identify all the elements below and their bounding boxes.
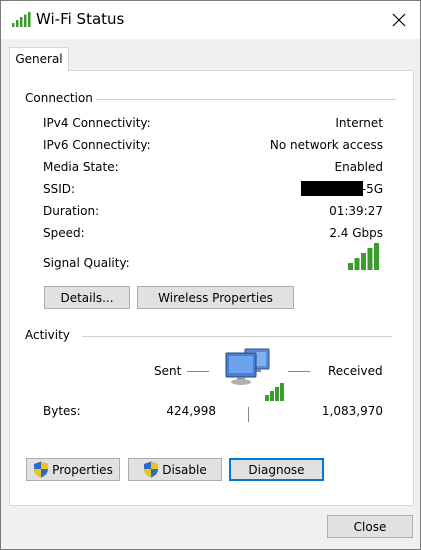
- close-icon: [392, 13, 406, 27]
- media-state-value: Enabled: [334, 160, 384, 174]
- activity-divider: [82, 336, 392, 337]
- ipv4-value: Internet: [335, 116, 383, 130]
- duration-label: Duration:: [43, 204, 100, 218]
- signal-strength-icon: [348, 243, 379, 270]
- sent-connector: [187, 371, 209, 372]
- speed-label: Speed:: [43, 226, 85, 240]
- connection-header: Connection: [25, 91, 93, 105]
- media-state-label: Media State:: [43, 160, 119, 174]
- disable-button[interactable]: Disable: [128, 458, 222, 481]
- activity-header: Activity: [25, 328, 70, 342]
- received-connector: [288, 371, 310, 372]
- wifi-signal-icon: [12, 12, 31, 27]
- received-label: Received: [328, 364, 383, 378]
- ipv6-label: IPv6 Connectivity:: [43, 138, 151, 152]
- network-computers-icon: [225, 348, 284, 401]
- wireless-properties-button[interactable]: Wireless Properties: [137, 286, 294, 309]
- sent-label: Sent: [154, 364, 182, 378]
- signal-quality-label: Signal Quality:: [43, 256, 130, 270]
- wifi-status-window: Wi-Fi Status General Connection IPv4 Con…: [0, 0, 421, 550]
- close-button[interactable]: Close: [327, 515, 413, 538]
- properties-button[interactable]: Properties: [26, 458, 120, 481]
- ipv6-value: No network access: [269, 138, 383, 152]
- uac-shield-icon: [144, 461, 159, 478]
- bytes-received-value: 1,083,970: [321, 404, 383, 418]
- general-panel: Connection IPv4 Connectivity: Internet I…: [9, 70, 414, 506]
- ssid-label: SSID:: [43, 182, 76, 196]
- bytes-sent-value: 424,998: [166, 404, 216, 418]
- uac-shield-icon: [34, 461, 49, 478]
- connection-divider: [96, 99, 396, 100]
- ssid-redaction: [301, 181, 363, 196]
- tab-general[interactable]: General: [9, 47, 69, 72]
- disable-label: Disable: [162, 462, 207, 477]
- diagnose-button[interactable]: Diagnose: [229, 458, 324, 481]
- ssid-value: -5G: [361, 182, 383, 196]
- activity-divider-vertical: [248, 407, 249, 422]
- details-button[interactable]: Details...: [44, 286, 130, 309]
- duration-value: 01:39:27: [329, 204, 383, 218]
- title-bar: Wi-Fi Status: [1, 1, 420, 39]
- window-title: Wi-Fi Status: [36, 10, 125, 28]
- close-window-button[interactable]: [386, 7, 412, 33]
- bytes-label: Bytes:: [43, 404, 81, 418]
- speed-value: 2.4 Gbps: [329, 226, 383, 240]
- ipv4-label: IPv4 Connectivity:: [43, 116, 151, 130]
- properties-label: Properties: [52, 462, 113, 477]
